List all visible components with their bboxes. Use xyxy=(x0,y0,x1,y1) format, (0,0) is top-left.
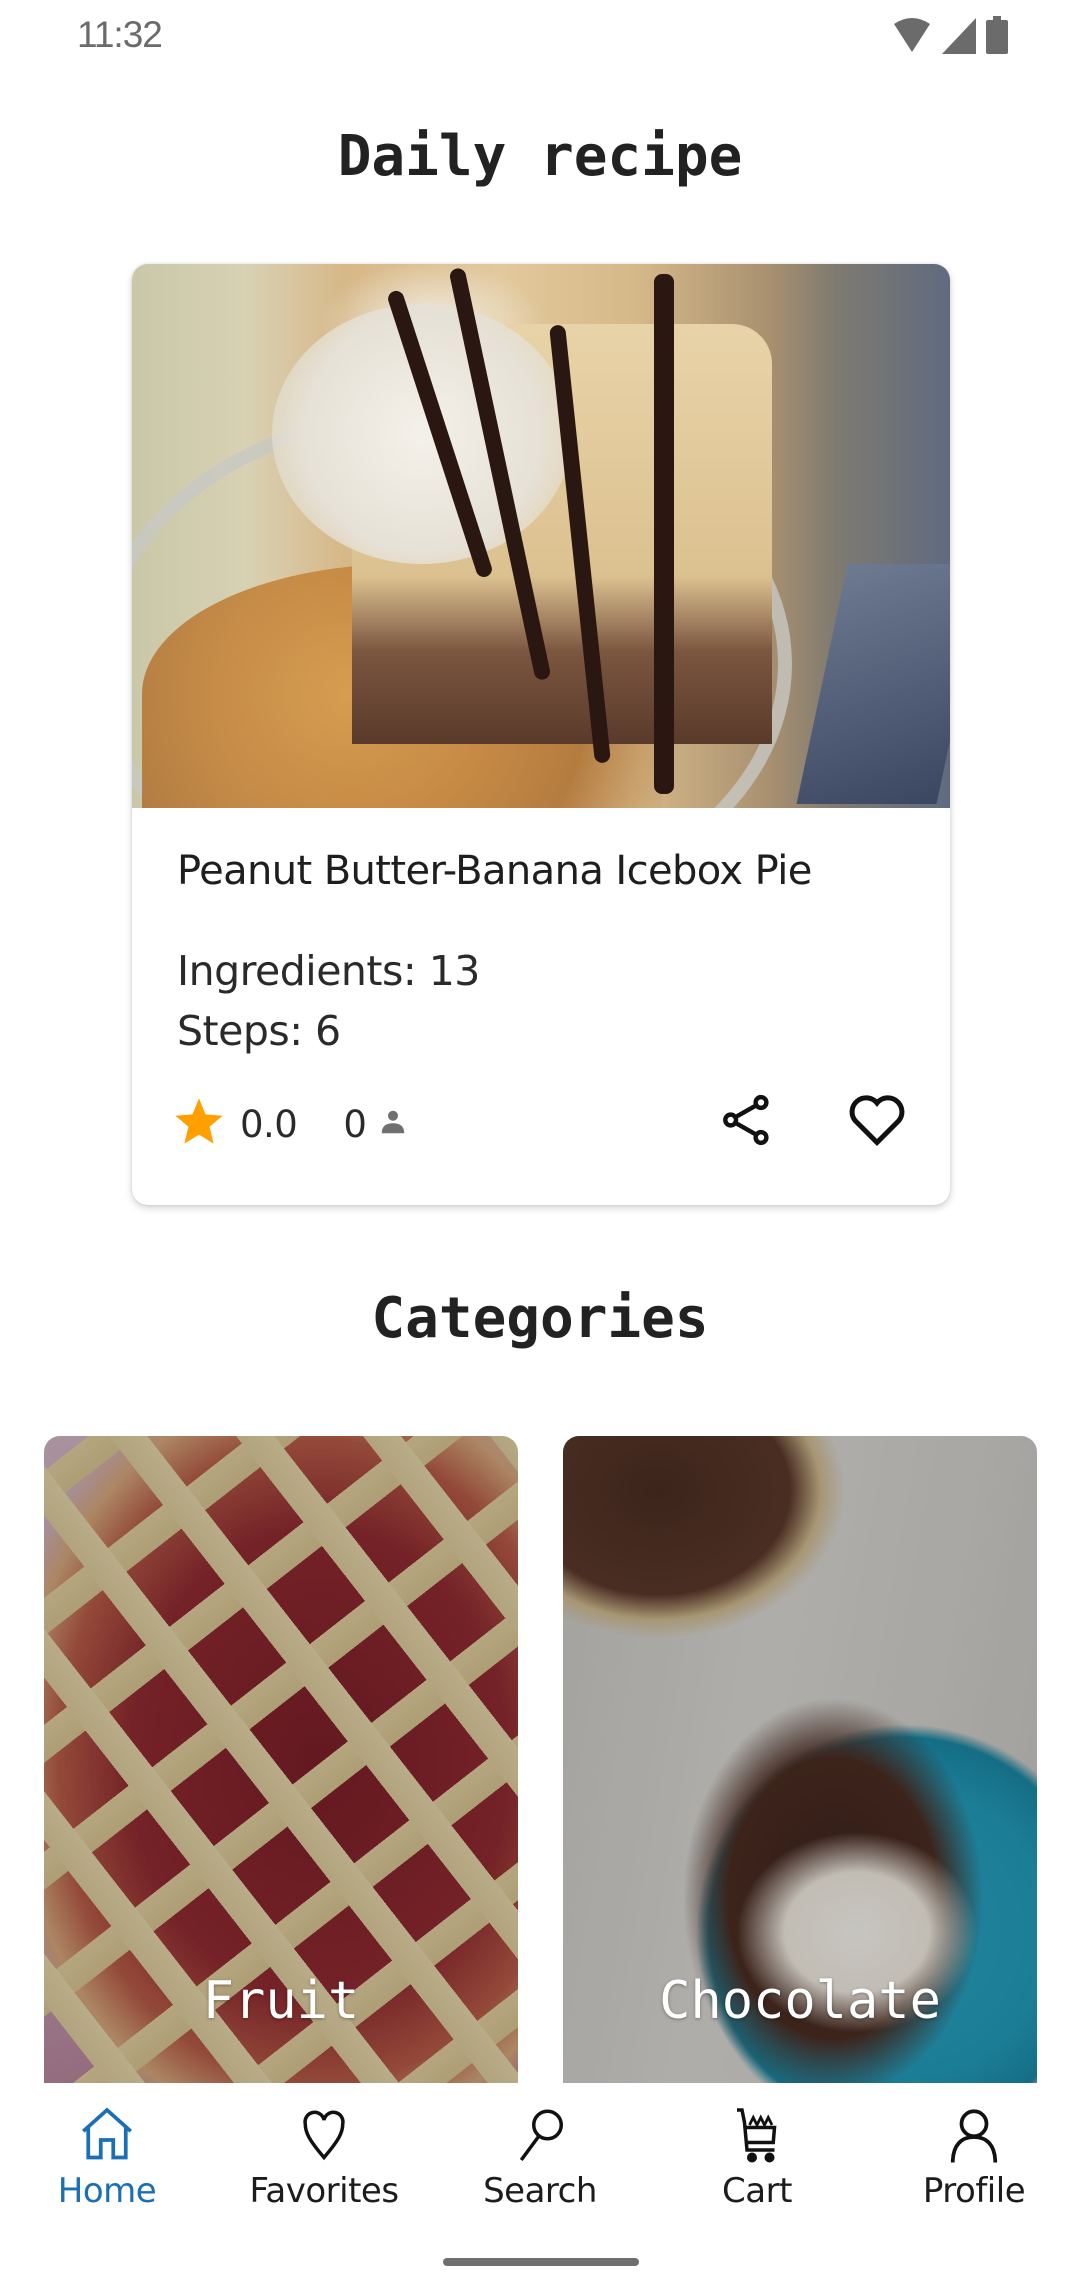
status-icons xyxy=(892,16,1008,54)
cellular-signal-icon xyxy=(942,18,976,54)
star-icon xyxy=(172,1095,226,1153)
ingredients-count: Ingredients: 13 xyxy=(177,947,480,995)
home-indicator[interactable] xyxy=(443,2258,639,2266)
battery-icon xyxy=(986,16,1008,54)
nav-label: Cart xyxy=(722,2171,792,2211)
category-card-chocolate[interactable]: Chocolate xyxy=(563,1436,1037,2116)
nav-item-favorites[interactable]: Favorites xyxy=(234,2105,414,2215)
nav-item-cart[interactable]: Cart xyxy=(667,2105,847,2215)
steps-count: Steps: 6 xyxy=(177,1007,341,1055)
rating-row: 0.0 0 xyxy=(172,1094,408,1154)
status-time: 11:32 xyxy=(77,14,163,55)
nav-item-search[interactable]: Search xyxy=(450,2105,630,2215)
home-icon xyxy=(77,2105,137,2165)
nav-item-profile[interactable]: Profile xyxy=(884,2105,1064,2215)
daily-recipe-card[interactable]: Peanut Butter-Banana Icebox Pie Ingredie… xyxy=(132,264,950,1205)
nav-label: Favorites xyxy=(249,2171,399,2211)
categories-heading: Categories xyxy=(371,1286,709,1351)
recipe-details: Peanut Butter-Banana Icebox Pie Ingredie… xyxy=(132,808,950,1205)
daily-recipe-heading: Daily recipe xyxy=(337,124,743,189)
profile-icon xyxy=(944,2105,1004,2165)
search-icon xyxy=(510,2105,570,2165)
share-icon xyxy=(719,1091,775,1153)
person-icon xyxy=(378,1107,408,1141)
nav-label: Search xyxy=(483,2171,597,2211)
recipe-image[interactable] xyxy=(132,264,950,808)
rating-value: 0.0 xyxy=(240,1102,298,1146)
bottom-navigation: Home Favorites Search Cart Profile xyxy=(0,2083,1080,2280)
category-label: Fruit xyxy=(202,1971,360,2031)
favorite-button[interactable] xyxy=(845,1090,909,1154)
review-count: 0 xyxy=(343,1102,367,1146)
category-label: Chocolate xyxy=(659,1971,941,2031)
status-bar: 11:32 xyxy=(0,0,1080,70)
heart-outline-icon xyxy=(294,2105,354,2165)
category-card-fruit[interactable]: Fruit xyxy=(44,1436,518,2116)
nav-label: Profile xyxy=(922,2171,1026,2211)
wifi-icon xyxy=(892,16,932,54)
heart-outline-icon xyxy=(847,1092,907,1152)
nav-label: Home xyxy=(57,2171,157,2211)
share-button[interactable] xyxy=(717,1090,777,1154)
recipe-title: Peanut Butter-Banana Icebox Pie xyxy=(177,848,812,894)
cart-icon xyxy=(727,2105,787,2165)
nav-item-home[interactable]: Home xyxy=(17,2105,197,2215)
